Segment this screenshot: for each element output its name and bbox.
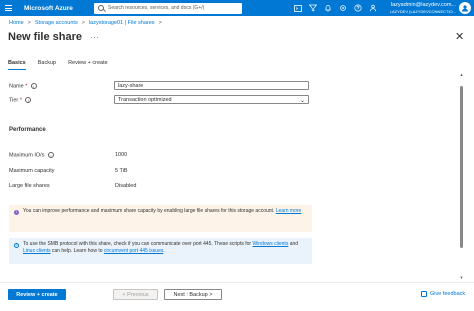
banner-text: . — [163, 248, 165, 254]
name-input[interactable]: lazy-share — [114, 81, 309, 90]
brand-name[interactable]: Microsoft Azure — [24, 5, 90, 12]
account-tenant: LAZYDEV (LAZYDEVCONNECTIO... — [389, 9, 456, 14]
info-icon: i — [14, 210, 19, 215]
banner-text: can help. Learn how to — [51, 248, 103, 254]
large-file-shares-banner: i You can improve performance and maximu… — [9, 205, 312, 232]
account-email: lazyadmin@lazydev.com... — [390, 2, 456, 8]
settings-gear-icon[interactable] — [338, 3, 348, 13]
give-feedback-label: Give feedback — [430, 291, 466, 297]
breadcrumb: Home > Storage accounts > lazystorage01 … — [9, 20, 166, 26]
breadcrumb-separator: > — [27, 20, 31, 26]
breadcrumb-home[interactable]: Home — [9, 20, 24, 26]
breadcrumb-separator: > — [81, 20, 85, 26]
info-icon[interactable]: i — [30, 83, 37, 89]
breadcrumb-storage-accounts[interactable]: Storage accounts — [35, 20, 78, 26]
search-placeholder: Search resources, services, and docs (G+… — [108, 5, 205, 11]
smb-info-banner: i To use the SMB protocol with this shar… — [9, 238, 312, 264]
learn-more-link[interactable]: Learn more — [276, 208, 302, 214]
max-iops-value: 1000 — [115, 152, 128, 158]
name-input-value: lazy-share — [118, 82, 144, 89]
tab-basics[interactable]: Basics — [8, 60, 26, 70]
tier-label: Tier * i — [9, 97, 32, 104]
name-label: Name * i — [9, 83, 37, 89]
scroll-down-icon[interactable]: ▼ — [459, 275, 464, 280]
large-file-shares-label: Large file shares — [9, 183, 50, 189]
tier-select[interactable]: Transaction optimized ⌄ — [114, 95, 309, 104]
cloud-shell-icon[interactable] — [293, 3, 303, 13]
vertical-scrollbar[interactable]: ▲ ▼ — [459, 72, 464, 280]
large-file-shares-value: Disabled — [115, 183, 137, 189]
required-mark: * — [25, 83, 28, 90]
tier-select-value: Transaction optimized — [118, 96, 172, 103]
help-question-icon[interactable] — [353, 3, 363, 13]
footer-bar: Review + create < Previous Next : Backup… — [0, 282, 474, 311]
required-mark: * — [19, 97, 22, 104]
directory-filter-icon[interactable] — [308, 3, 318, 13]
max-iops-label: Maximum IO/s i — [9, 152, 54, 158]
feedback-icon — [421, 291, 427, 297]
linux-clients-link[interactable]: Linux clients — [23, 248, 51, 254]
tab-review-create[interactable]: Review + create — [68, 60, 108, 70]
info-icon: i — [14, 243, 19, 248]
performance-section-title: Performance — [9, 127, 46, 133]
info-icon[interactable]: i — [47, 152, 54, 158]
tab-backup[interactable]: Backup — [38, 60, 56, 70]
max-iops-label-text: Maximum IO/s — [9, 152, 45, 159]
circumvent-port-445-link[interactable]: circumvent port 445 issues — [104, 248, 163, 254]
chevron-down-icon: ⌄ — [299, 98, 305, 104]
avatar[interactable] — [459, 2, 471, 14]
more-options-icon[interactable]: ··· — [90, 33, 100, 42]
banner-text: To use the SMB protocol with this share,… — [23, 241, 252, 247]
title-row: New file share ··· — [8, 31, 99, 43]
breadcrumb-file-shares[interactable]: lazystorage01 | File shares — [89, 20, 155, 26]
next-backup-button[interactable]: Next : Backup > — [164, 289, 222, 300]
review-create-button[interactable]: Review + create — [8, 289, 66, 300]
banner-text: and — [289, 241, 299, 247]
global-search-input[interactable]: Search resources, services, and docs (G+… — [94, 2, 242, 14]
scroll-up-icon[interactable]: ▲ — [459, 72, 464, 77]
account-info[interactable]: lazyadmin@lazydev.com... LAZYDEV (LAZYDE… — [374, 2, 456, 14]
tier-label-text: Tier — [9, 97, 19, 104]
previous-button[interactable]: < Previous — [113, 289, 158, 300]
search-icon — [98, 5, 104, 11]
tab-bar: Basics Backup Review + create — [8, 60, 108, 70]
windows-clients-link[interactable]: Windows clients — [252, 241, 288, 247]
info-icon[interactable]: i — [25, 97, 32, 103]
breadcrumb-separator: > — [158, 20, 162, 26]
name-label-text: Name — [9, 83, 24, 90]
notifications-bell-icon[interactable] — [323, 3, 333, 13]
scroll-thumb[interactable] — [460, 86, 463, 248]
max-capacity-label: Maximum capacity — [9, 168, 55, 174]
page-title: New file share — [8, 31, 82, 43]
max-capacity-value: 5 TiB — [115, 168, 128, 174]
banner-text: You can improve performance and maximum … — [23, 208, 275, 214]
top-icon-group — [293, 0, 378, 16]
menu-icon[interactable] — [0, 0, 16, 16]
close-icon[interactable]: ✕ — [455, 30, 464, 43]
top-nav-bar: Microsoft Azure Search resources, servic… — [0, 0, 474, 16]
give-feedback-link[interactable]: Give feedback — [421, 291, 465, 297]
